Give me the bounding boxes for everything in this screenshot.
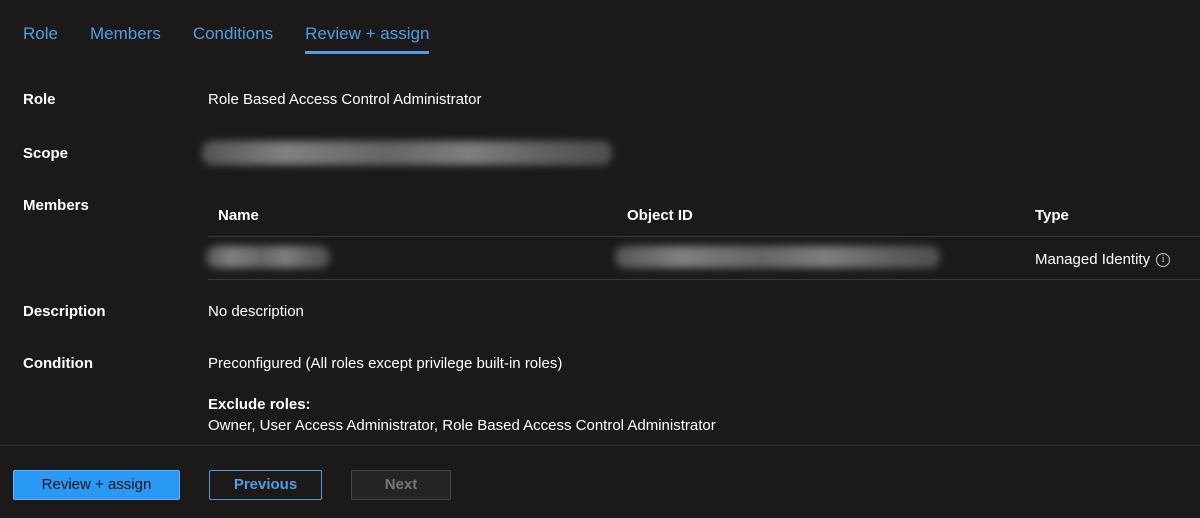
exclude-roles-value: Owner, User Access Administrator, Role B…: [208, 417, 716, 434]
tab-review-assign[interactable]: Review + assign: [305, 22, 430, 54]
condition-label: Condition: [23, 355, 93, 372]
column-header-name: Name: [218, 207, 259, 224]
tab-bar: Role Members Conditions Review + assign: [23, 22, 461, 54]
member-object-id-redacted: [615, 246, 940, 268]
review-assign-page: Role Members Conditions Review + assign …: [0, 0, 1200, 518]
condition-value: Preconfigured (All roles except privileg…: [208, 355, 563, 372]
member-type-cell: Managed Identity i: [1035, 251, 1171, 268]
table-row: Managed Identity i: [206, 237, 1200, 280]
description-label: Description: [23, 303, 106, 320]
member-type: Managed Identity: [1035, 251, 1151, 268]
tab-members[interactable]: Members: [90, 22, 161, 54]
member-name-redacted: [206, 246, 330, 268]
column-header-object-id: Object ID: [627, 207, 693, 224]
scope-label: Scope: [23, 145, 69, 162]
role-value: Role Based Access Control Administrator: [208, 91, 482, 108]
description-value: No description: [208, 303, 304, 320]
role-label: Role: [23, 91, 56, 108]
tab-conditions[interactable]: Conditions: [193, 22, 273, 54]
scope-value-redacted: [202, 141, 612, 165]
next-button[interactable]: Next: [351, 470, 451, 500]
members-label: Members: [23, 197, 89, 214]
footer-divider: [0, 445, 1200, 446]
column-header-type: Type: [1035, 207, 1069, 224]
info-icon[interactable]: i: [1156, 252, 1171, 267]
tab-role[interactable]: Role: [23, 22, 58, 54]
members-table-header: Name Object ID Type: [208, 206, 1200, 237]
exclude-roles-label: Exclude roles:: [208, 396, 311, 413]
review-assign-button[interactable]: Review + assign: [13, 470, 180, 500]
previous-button[interactable]: Previous: [209, 470, 322, 500]
